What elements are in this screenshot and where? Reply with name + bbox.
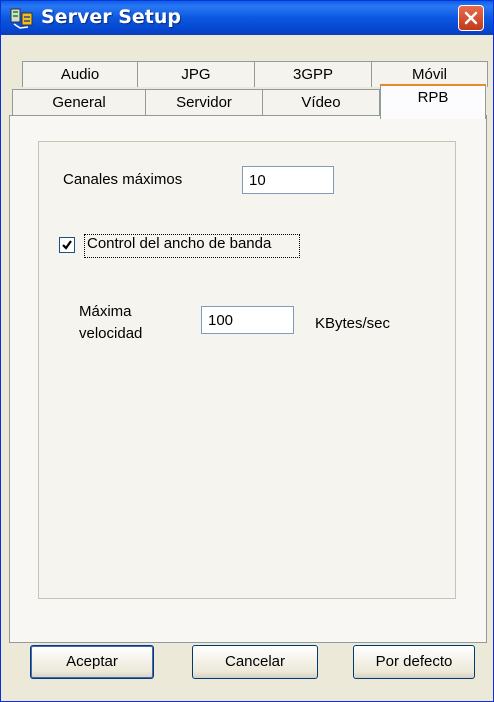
tab-3gpp[interactable]: 3GPP	[254, 61, 372, 87]
max-speed-input[interactable]	[201, 306, 294, 334]
accept-button[interactable]: Aceptar	[30, 645, 154, 679]
tab-general[interactable]: General	[12, 89, 146, 115]
title-bar[interactable]: Server Setup	[1, 1, 493, 35]
checkmark-icon	[62, 240, 72, 250]
max-speed-label-line2: velocidad	[79, 325, 143, 342]
tab-rpb[interactable]: RPB	[380, 84, 486, 119]
tab-audio[interactable]: Audio	[22, 61, 138, 87]
close-icon	[464, 11, 478, 25]
bandwidth-control-label[interactable]: Control del ancho de banda	[87, 235, 271, 252]
close-button[interactable]	[458, 5, 484, 31]
max-channels-input[interactable]	[242, 166, 334, 194]
max-channels-label: Canales máximos	[63, 171, 183, 188]
cancel-button[interactable]: Cancelar	[192, 645, 318, 679]
server-app-icon	[10, 7, 36, 29]
max-speed-label-line1: Máxima	[79, 303, 132, 320]
max-speed-unit: KBytes/sec	[315, 315, 391, 332]
tab-servidor[interactable]: Servidor	[145, 89, 263, 115]
settings-group-box	[38, 141, 456, 599]
tab-jpg[interactable]: JPG	[137, 61, 255, 87]
window-title: Server Setup	[41, 6, 181, 28]
server-setup-dialog: Server Setup Audio JPG 3GPP Móvil Genera…	[0, 0, 494, 702]
tab-video[interactable]: Vídeo	[262, 89, 380, 115]
bandwidth-control-checkbox[interactable]	[59, 237, 75, 253]
default-button[interactable]: Por defecto	[353, 645, 475, 679]
